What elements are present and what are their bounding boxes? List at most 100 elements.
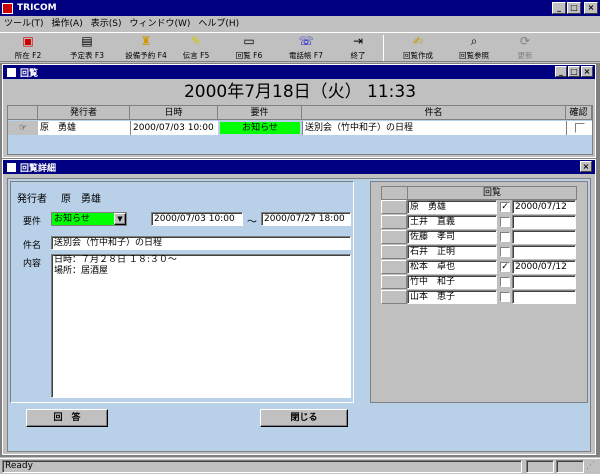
circular-icon: ▭ bbox=[243, 33, 255, 48]
app-titlebar: TRICOM _ □ × bbox=[0, 0, 600, 16]
subject-field[interactable]: 送別会（竹中和子）の日程 bbox=[51, 236, 351, 250]
content-line-1: 日時：７月２８日 １８:３０～ bbox=[54, 255, 177, 265]
list-minimize-button[interactable]: _ bbox=[555, 66, 567, 77]
list-window-icon bbox=[7, 67, 16, 77]
list-item[interactable]: 松本 卓也 ✓ 2000/07/12 bbox=[381, 260, 577, 274]
reply-button[interactable]: 回 答 bbox=[26, 409, 108, 427]
close-detail-button[interactable]: 閉じる bbox=[260, 409, 348, 427]
circulation-header: 回覧 bbox=[482, 188, 501, 198]
recipient-checkbox[interactable] bbox=[500, 292, 510, 302]
date-range-separator: ～ bbox=[247, 217, 257, 228]
type-label: 要件 bbox=[23, 217, 42, 227]
col-subject[interactable]: 件名 bbox=[302, 106, 566, 120]
exit-icon: ⇥ bbox=[352, 33, 364, 48]
detail-panel: 発行者 原 勇雄 要件 お知らせ ▼ 2000/07/03 10:00 ～ 20… bbox=[7, 178, 591, 452]
tool-message[interactable]: ✎ 伝言 F5 bbox=[176, 29, 216, 65]
tool-facility[interactable]: ♜ 設備予約 F4 bbox=[118, 29, 174, 65]
recipient-date bbox=[512, 215, 576, 229]
phonebook-icon: ☏ bbox=[298, 33, 314, 48]
circulation-panel: 回覧 原 勇雄 ✓ 2000/07/12 土井 直義 佐藤 孝司 石井 正明 松… bbox=[370, 181, 588, 403]
row-confirm-checkbox[interactable] bbox=[574, 123, 585, 133]
message-icon: ✎ bbox=[190, 33, 202, 48]
content-textarea[interactable]: 日時：７月２８日 １８:３０～ 場所：居酒屋 bbox=[51, 254, 351, 398]
recipient-checkbox[interactable] bbox=[500, 277, 510, 287]
create-circular-icon: ✍ bbox=[412, 33, 424, 48]
resize-grip-icon[interactable]: ⋰ bbox=[586, 461, 598, 473]
list-item[interactable]: 山本 恵子 bbox=[381, 290, 577, 304]
date-to-field[interactable]: 2000/07/27 18:00 bbox=[261, 212, 351, 226]
recipient-list: 原 勇雄 ✓ 2000/07/12 土井 直義 佐藤 孝司 石井 正明 松本 卓… bbox=[381, 200, 577, 306]
recipient-date: 2000/07/12 bbox=[512, 200, 576, 214]
row-sender: 原 勇雄 bbox=[38, 121, 130, 135]
list-titlebar: 回覧 _ □ × bbox=[3, 65, 595, 79]
content-label: 内容 bbox=[23, 259, 42, 269]
col-datetime[interactable]: 日時 bbox=[130, 106, 218, 120]
tool-circular[interactable]: ▭ 回覧 F6 bbox=[226, 29, 272, 65]
tool-phonebook[interactable]: ☏ 電話帳 F7 bbox=[280, 29, 332, 65]
minimize-button[interactable]: _ bbox=[552, 2, 566, 14]
content-line-2: 場所：居酒屋 bbox=[54, 266, 109, 276]
recipient-checkbox[interactable]: ✓ bbox=[500, 202, 510, 212]
date-from-field[interactable]: 2000/07/03 10:00 bbox=[151, 212, 243, 226]
table-row[interactable]: ☞ 原 勇雄 2000/07/03 10:00 お知らせ 送別会（竹中和子）の日… bbox=[8, 121, 592, 135]
tool-location[interactable]: ▣ 所在 F2 bbox=[2, 29, 54, 65]
list-window-title: 回覧 bbox=[20, 68, 39, 79]
recipient-date bbox=[512, 275, 576, 289]
recipient-date bbox=[512, 230, 576, 244]
list-item[interactable]: 竹中 和子 bbox=[381, 275, 577, 289]
recipient-name: 土井 直義 bbox=[407, 215, 497, 229]
schedule-icon: ▤ bbox=[81, 33, 93, 48]
recipient-checkbox[interactable] bbox=[500, 217, 510, 227]
list-maximize-button[interactable]: □ bbox=[568, 66, 580, 77]
tool-exit[interactable]: ⇥ 終了 bbox=[340, 29, 376, 65]
facility-icon: ♜ bbox=[140, 33, 152, 48]
date-header: 2000年7月18日（火） 11:33 bbox=[183, 82, 417, 102]
row-subject: 送別会（竹中和子）の日程 bbox=[302, 121, 566, 135]
row-datetime: 2000/07/03 10:00 bbox=[130, 121, 218, 135]
detail-titlebar: 回覧詳細 × bbox=[3, 160, 595, 174]
list-item[interactable]: 佐藤 孝司 bbox=[381, 230, 577, 244]
sender-label: 発行者 bbox=[17, 194, 47, 205]
tool-schedule[interactable]: ▤ 予定表 F3 bbox=[58, 29, 116, 65]
col-sender[interactable]: 発行者 bbox=[38, 106, 130, 120]
circulation-header-blank bbox=[382, 187, 408, 199]
recipient-name: 竹中 和子 bbox=[407, 275, 497, 289]
recipient-checkbox[interactable] bbox=[500, 247, 510, 257]
circular-list-window: 回覧 _ □ × 2000年7月18日（火） 11:33 発行者 日時 要件 件… bbox=[2, 64, 596, 158]
recipient-checkbox[interactable] bbox=[500, 232, 510, 242]
row-type: お知らせ bbox=[220, 122, 300, 134]
tool-view-circular[interactable]: ⌕ 回覧参照 bbox=[450, 29, 498, 65]
row-pointer-icon: ☞ bbox=[8, 121, 38, 135]
type-select[interactable]: お知らせ ▼ bbox=[51, 212, 127, 226]
detail-close-button[interactable]: × bbox=[580, 161, 592, 172]
recipient-name: 佐藤 孝司 bbox=[407, 230, 497, 244]
status-pane-2 bbox=[526, 460, 554, 473]
maximize-button[interactable]: □ bbox=[567, 2, 581, 14]
location-icon: ▣ bbox=[22, 33, 34, 48]
detail-form: 発行者 原 勇雄 要件 お知らせ ▼ 2000/07/03 10:00 ～ 20… bbox=[10, 181, 354, 403]
app-title: TRICOM bbox=[17, 3, 57, 13]
toolbar: ▣ 所在 F2 ▤ 予定表 F3 ♜ 設備予約 F4 ✎ 伝言 F5 ▭ 回覧 F6 ☏ 電… bbox=[0, 32, 600, 62]
circular-detail-window: 回覧詳細 × 発行者 原 勇雄 要件 お知らせ ▼ 2000/07/03 10:… bbox=[2, 159, 596, 455]
chevron-down-icon[interactable]: ▼ bbox=[114, 213, 126, 225]
type-select-value: お知らせ bbox=[54, 214, 90, 224]
status-text: Ready bbox=[2, 460, 522, 473]
tool-create-circular[interactable]: ✍ 回覧作成 bbox=[394, 29, 442, 65]
list-close-button[interactable]: × bbox=[581, 66, 593, 77]
recipient-date: 2000/07/12 bbox=[512, 260, 576, 274]
subject-label: 件名 bbox=[23, 241, 42, 251]
list-item[interactable]: 石井 正明 bbox=[381, 245, 577, 259]
tool-refresh[interactable]: ⟳ 更新 bbox=[505, 29, 545, 65]
app-icon bbox=[2, 2, 13, 14]
col-confirm[interactable]: 確認 bbox=[566, 106, 592, 120]
toolbar-divider bbox=[383, 35, 384, 61]
list-item[interactable]: 土井 直義 bbox=[381, 215, 577, 229]
status-bar: Ready ⋰ bbox=[0, 458, 600, 474]
recipient-checkbox[interactable]: ✓ bbox=[500, 262, 510, 272]
table-header-blank bbox=[8, 106, 38, 120]
list-item[interactable]: 原 勇雄 ✓ 2000/07/12 bbox=[381, 200, 577, 214]
close-button[interactable]: × bbox=[584, 2, 598, 14]
status-pane-3 bbox=[556, 460, 584, 473]
refresh-icon: ⟳ bbox=[519, 33, 531, 48]
col-type[interactable]: 要件 bbox=[218, 106, 302, 120]
